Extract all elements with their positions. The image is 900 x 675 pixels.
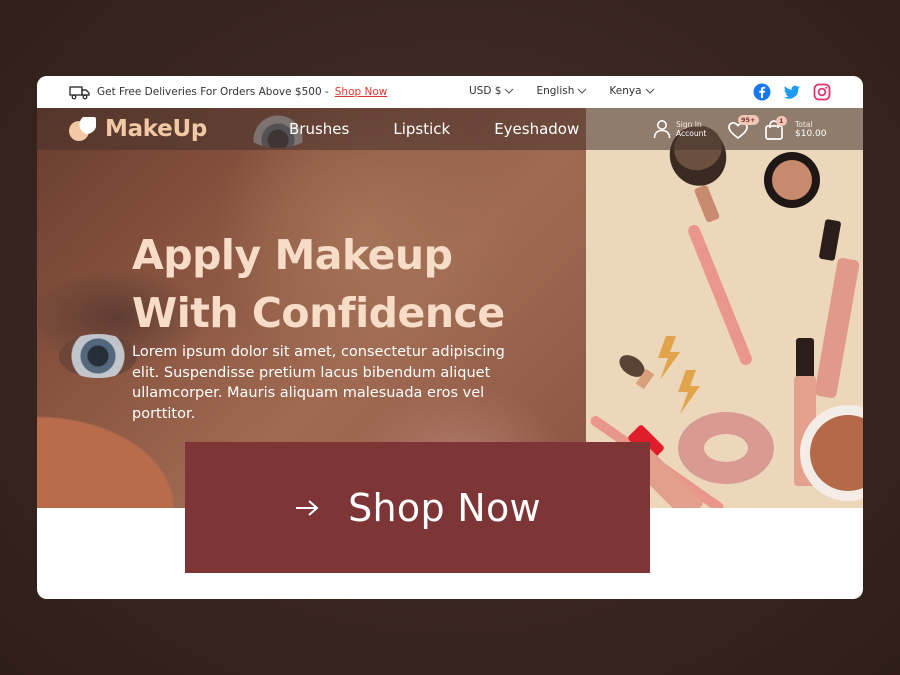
hero-subtext: Lorem ipsum dolor sit amet, consectetur … [132, 344, 505, 422]
total-value: $10.00 [795, 129, 827, 139]
headline-line-2: With Confidence [132, 289, 505, 337]
language-value: English [536, 85, 575, 97]
logo-text: MakeUp [105, 116, 208, 142]
account-signin-label: Sign In [676, 120, 702, 129]
promo-text: Get Free Deliveries For Orders Above $50… [97, 86, 329, 98]
cart-badge: 1 [776, 116, 787, 126]
nav-links: Brushes Lipstick Eyeshadow [289, 120, 579, 138]
truck-icon [69, 86, 90, 100]
nav-link-lipstick[interactable]: Lipstick [393, 120, 450, 138]
currency-select[interactable]: USD $ [469, 85, 514, 97]
promo-banner: Get Free Deliveries For Orders Above $50… [69, 84, 387, 100]
logo[interactable]: MakeUp [68, 114, 207, 144]
currency-value: USD $ [469, 85, 502, 97]
cart-total: Total $10.00 [795, 120, 827, 140]
blush-compact-icon [764, 152, 820, 208]
facebook-icon[interactable] [753, 83, 771, 101]
headline-line-1: Apply Makeup [132, 231, 453, 279]
page-card: Get Free Deliveries For Orders Above $50… [37, 76, 863, 599]
user-icon [653, 120, 671, 139]
country-select[interactable]: Kenya [609, 85, 654, 97]
earring-icon [658, 336, 700, 414]
instagram-icon[interactable] [813, 83, 831, 101]
hero-headline: Apply Makeup With Confidence [132, 226, 572, 342]
total-label: Total [795, 120, 813, 129]
shop-now-label: Shop Now [348, 485, 541, 530]
account-button[interactable]: Sign In Account [653, 119, 706, 139]
main-navbar: MakeUp Brushes Lipstick Eyeshadow Sign I… [37, 108, 863, 150]
language-select[interactable]: English [536, 85, 587, 97]
logo-mark-icon [69, 117, 96, 141]
social-links [753, 83, 831, 101]
promo-shop-now-link[interactable]: Shop Now [335, 86, 388, 98]
country-value: Kenya [609, 85, 642, 97]
account-label: Account [676, 129, 707, 138]
chevron-down-icon [505, 88, 514, 94]
chevron-down-icon [645, 88, 654, 94]
locale-selectors: USD $ English Kenya [469, 85, 655, 97]
nav-link-eyeshadow[interactable]: Eyeshadow [494, 120, 579, 138]
powder-brush-icon [669, 125, 752, 365]
scrunchie-icon [678, 412, 774, 484]
wishlist-button[interactable]: 95+ [727, 115, 759, 141]
top-bar: Get Free Deliveries For Orders Above $50… [37, 76, 863, 108]
cart-button[interactable]: 1 [763, 116, 787, 141]
twitter-icon[interactable] [783, 83, 801, 101]
arrow-right-icon [296, 499, 319, 516]
mascara-icon [814, 219, 860, 399]
chevron-down-icon [578, 88, 587, 94]
shop-now-button[interactable]: Shop Now [185, 442, 650, 573]
nav-link-brushes[interactable]: Brushes [289, 120, 349, 138]
photo-eye [59, 334, 137, 378]
wishlist-badge: 95+ [738, 115, 759, 125]
account-text: Sign In Account [676, 120, 706, 138]
